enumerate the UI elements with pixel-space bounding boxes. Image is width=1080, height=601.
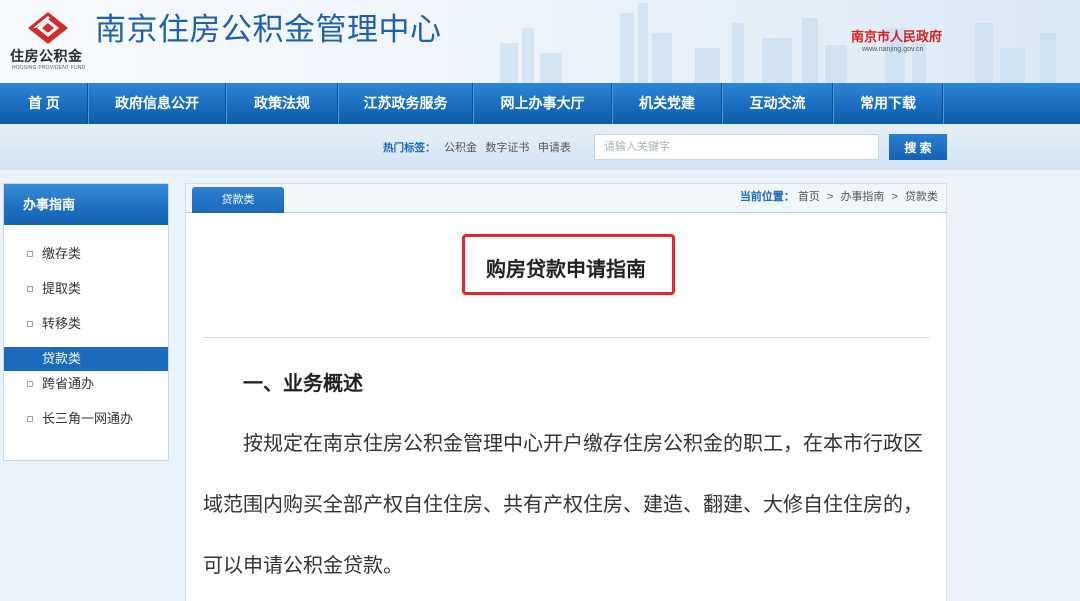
nav-item-online-hall[interactable]: 网上办事大厅 <box>473 83 612 124</box>
paragraph-line: 按规定在南京住房公积金管理中心开户缴存住房公积金的职工，在本市行政区 <box>243 433 923 455</box>
sidebar-item-withdrawal[interactable]: 提取类 <box>4 277 168 301</box>
square-bullet-icon <box>27 251 33 257</box>
paragraph-line: 域范围内购买全部产权自住住房、共有产权住房、建造、翻建、大修自住住房的， <box>203 494 923 516</box>
sidebar-item-loan[interactable]: 贷款类 <box>4 347 168 371</box>
sidebar-list: 缴存类 提取类 转移类 贷款类 跨省通办 长三角一网通办 <box>4 225 168 431</box>
hot-tag-provident-fund[interactable]: 公积金 <box>444 142 477 154</box>
square-bullet-icon <box>27 321 33 327</box>
breadcrumb-label: 当前位置： <box>739 191 795 203</box>
article-title: 购房贷款申请指南 <box>486 259 646 281</box>
hot-tag-application-form[interactable]: 申请表 <box>538 142 571 154</box>
article-paragraph: 按规定在南京住房公积金管理中心开户缴存住房公积金的职工，在本市行政区 域范围内购… <box>203 414 943 597</box>
search-bar: 热门标签： 公积金 数字证书 申请表 搜 索 <box>0 124 1080 170</box>
sidebar-item-label: 转移类 <box>42 316 82 331</box>
site-header: 住房公积金 HOUSING PROVIDENT FUND 南京住房公积金管理中心… <box>0 0 1080 83</box>
nav-item-home[interactable]: 首 页 <box>0 83 88 124</box>
tab-loan[interactable]: 贷款类 <box>192 187 284 213</box>
nav-item-gov-info[interactable]: 政府信息公开 <box>88 83 226 124</box>
main-nav: 首 页 政府信息公开 政策法规 江苏政务服务 网上办事大厅 机关党建 互动交流 … <box>0 83 1080 124</box>
breadcrumb: 当前位置： 首页 > 办事指南 > 贷款类 <box>740 190 938 204</box>
hot-tags: 热门标签： 公积金 数字证书 申请表 <box>383 140 571 154</box>
skyline-decoration <box>500 3 1056 83</box>
breadcrumb-guide[interactable]: 办事指南 <box>840 191 884 203</box>
content-tab-bar: 贷款类 当前位置： 首页 > 办事指南 > 贷款类 <box>186 184 946 213</box>
square-bullet-icon <box>27 416 33 422</box>
search-button[interactable]: 搜 索 <box>889 134 947 160</box>
logo-subtext: HOUSING PROVIDENT FUND <box>12 65 86 71</box>
sidebar-item-label: 长三角一网通办 <box>42 411 134 426</box>
nav-item-party[interactable]: 机关党建 <box>612 83 722 124</box>
sidebar-item-transfer[interactable]: 转移类 <box>4 312 168 336</box>
breadcrumb-separator: > <box>826 191 834 203</box>
sidebar-item-label: 跨省通办 <box>42 376 95 391</box>
sidebar-title: 办事指南 <box>4 184 168 225</box>
site-title: 南京住房公积金管理中心 <box>95 12 442 47</box>
nav-item-downloads[interactable]: 常用下载 <box>833 83 943 124</box>
section-heading: 一、业务概述 <box>243 373 363 395</box>
gov-url: www.nanjing.gov.cn <box>862 46 924 53</box>
square-bullet-icon <box>27 381 33 387</box>
nanjing-gov-link[interactable]: 南京市人民政府 www.nanjing.gov.cn <box>851 29 942 55</box>
breadcrumb-home[interactable]: 首页 <box>798 191 820 203</box>
gov-name: 南京市人民政府 <box>851 29 943 44</box>
paragraph-line: 可以申请公积金贷款。 <box>203 555 403 577</box>
breadcrumb-separator: > <box>891 191 898 203</box>
sidebar: 办事指南 缴存类 提取类 转移类 贷款类 跨省通办 长三角一网通办 <box>3 183 169 461</box>
nav-item-interaction[interactable]: 互动交流 <box>722 83 833 124</box>
nav-item-policy[interactable]: 政策法规 <box>226 83 338 124</box>
sidebar-item-label: 缴存类 <box>42 246 82 261</box>
sidebar-item-label: 贷款类 <box>42 351 82 366</box>
site-logo[interactable]: 住房公积金 HOUSING PROVIDENT FUND <box>8 8 88 76</box>
sidebar-item-deposit[interactable]: 缴存类 <box>4 242 168 266</box>
hot-tag-digital-certificate[interactable]: 数字证书 <box>485 142 529 154</box>
square-bullet-icon <box>27 286 33 292</box>
sidebar-item-yangtze-delta[interactable]: 长三角一网通办 <box>4 407 168 431</box>
nav-item-jiangsu-service[interactable]: 江苏政务服务 <box>338 83 473 124</box>
title-divider <box>203 337 930 338</box>
logo-text: 住房公积金 <box>10 48 83 64</box>
sidebar-item-label: 提取类 <box>42 281 82 296</box>
breadcrumb-loan[interactable]: 贷款类 <box>905 191 938 203</box>
provident-fund-logo-icon <box>28 12 68 44</box>
search-input[interactable] <box>594 134 879 160</box>
hot-tags-label: 热门标签： <box>383 142 436 154</box>
content-panel: 贷款类 当前位置： 首页 > 办事指南 > 贷款类 购房贷款申请指南 一、业务概… <box>185 183 947 601</box>
sidebar-item-cross-province[interactable]: 跨省通办 <box>4 372 168 396</box>
